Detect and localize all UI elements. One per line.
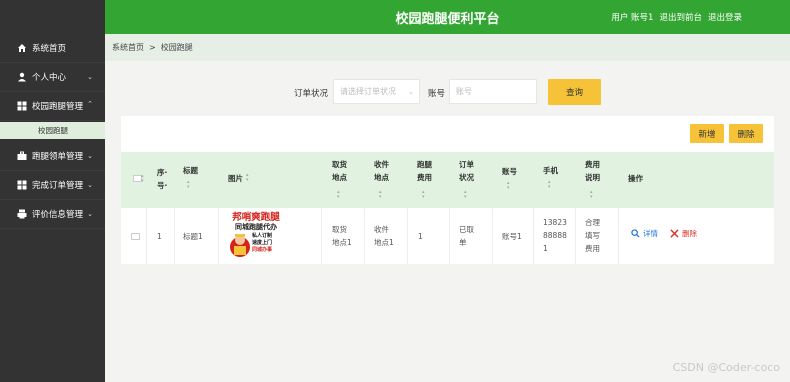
sort-icon: ▴ ▾ [187, 179, 190, 190]
logout-link[interactable]: 退出登录 [708, 11, 742, 23]
sidebar-item-take-order[interactable]: 跑腿领单管理 ⌄ [0, 142, 105, 171]
grid-icon [16, 101, 27, 112]
cell-fee: 1 [418, 232, 423, 241]
sidebar-subitem-errand[interactable]: 校园跑腿 [0, 122, 105, 139]
delete-label: 删除 [682, 229, 697, 238]
header-phone[interactable]: 手机 [543, 164, 558, 177]
header-status[interactable]: 订单 状况 [459, 158, 474, 184]
chevron-up-icon: ⌃ [87, 100, 93, 108]
search-icon [631, 229, 640, 238]
table-row: 1 标题1 取货 地点1 收件 地点1 1 已取 单 账号1 13823 888… [121, 208, 774, 264]
cell-phone: 13823 88888 1 [543, 218, 567, 253]
header-fee-note[interactable]: 费用 说明 [585, 158, 600, 184]
sort-icon: ▴ ▾ [464, 189, 467, 200]
sort-icon: ▴ ▾ [379, 189, 382, 200]
sort-icon: ▴ ▾ [507, 180, 510, 191]
thumbnail-headline: 邦哨爽跑腿 [232, 212, 280, 223]
sort-icon: ▴ ▾ [548, 179, 551, 190]
courier-icon [230, 234, 250, 257]
detail-label: 详情 [643, 229, 658, 238]
user-icon [16, 72, 27, 83]
briefcase-icon [16, 151, 27, 162]
cell-pickup: 取货 地点1 [332, 225, 352, 247]
thumbnail-tags: 私人订制 速度上门 同城办事 [252, 233, 273, 253]
sidebar-item-label: 评价信息管理 [32, 210, 84, 220]
sort-icon: ▴ ▾ [590, 189, 593, 200]
cell-status: 已取 单 [459, 225, 474, 247]
account-input-placeholder: 账号 [456, 87, 472, 96]
header-receive[interactable]: 收件 地点 [374, 158, 389, 184]
sidebar-item-label: 个人中心 [32, 73, 67, 83]
cell-fee-note: 合理 填写 费用 [585, 218, 600, 253]
user-label: 用户 账号1 [611, 13, 654, 23]
grid-icon [16, 180, 27, 191]
cell-index: 1 [157, 232, 162, 241]
close-icon [670, 229, 679, 238]
home-icon [16, 43, 27, 54]
header-image[interactable]: 图片 [228, 172, 243, 185]
status-filter-label: 订单状况 [294, 89, 329, 99]
sort-icon: ▴ ▾ [337, 189, 340, 200]
breadcrumb-current: 校园跑腿 [160, 43, 193, 52]
sidebar-item-review[interactable]: 评价信息管理 ⌄ [0, 200, 105, 229]
errand-thumbnail: 邦哨爽跑腿 同城跑腿代办 私人订制 速度上门 同城办事 [228, 208, 284, 260]
top-bar: 校园跑腿便利平台 用户 账号1 退出到前台 退出登录 [105, 0, 790, 34]
row-checkbox[interactable] [131, 233, 140, 240]
sidebar-item-errand-manage[interactable]: 校园跑腿管理 ⌃ [0, 92, 105, 121]
back-to-front-link[interactable]: 退出到前台 [659, 11, 702, 23]
status-select-placeholder: 请选择订单状况 [340, 87, 396, 96]
sort-icon: ▴ ▾ [246, 172, 249, 183]
printer-icon [16, 209, 27, 220]
cell-receive: 收件 地点1 [374, 225, 394, 247]
header-title[interactable]: 标题 [183, 164, 198, 177]
sidebar-item-label: 完成订单管理 [32, 181, 84, 191]
sidebar-item-label: 系统首页 [32, 44, 67, 54]
detail-button[interactable]: 详情 [631, 228, 658, 239]
sidebar-item-finished-order[interactable]: 完成订单管理 ⌄ [0, 171, 105, 200]
query-button[interactable]: 查询 [548, 79, 601, 105]
chevron-down-icon: ⌄ [87, 210, 93, 218]
header-actions: 操作 [628, 174, 643, 183]
breadcrumb-separator: > [149, 43, 156, 52]
account-filter-label: 账号 [428, 89, 446, 99]
cell-title: 标题1 [183, 232, 203, 241]
table-header: ▴ ▾ 序· 号· 标题 ▴ ▾ 图片 ▴ ▾ 取货 地点 ▴ ▾ 收件 地点 ▴ ▾ 跑… [121, 152, 774, 208]
chevron-down-icon: ⌄ [87, 152, 93, 160]
sidebar-item-home[interactable]: 系统首页 [0, 34, 105, 63]
watermark: CSDN @Coder-coco [672, 361, 780, 374]
status-select[interactable]: 请选择订单状况 ⌄ [333, 79, 420, 104]
sidebar: 系统首页 个人中心 ⌄ 校园跑腿管理 ⌃ 校园跑腿 跑腿领单管理 ⌄ 完成订单管… [0, 0, 105, 382]
chevron-down-icon: ⌄ [87, 181, 93, 189]
header-account[interactable]: 账号 [502, 165, 517, 178]
account-input[interactable]: 账号 [449, 79, 537, 104]
header-pickup[interactable]: 取货 地点 [332, 158, 347, 184]
row-delete-button[interactable]: 删除 [670, 228, 697, 239]
sidebar-item-label: 校园跑腿管理 [32, 102, 84, 112]
breadcrumb: 系统首页 > 校园跑腿 [105, 34, 790, 61]
breadcrumb-home[interactable]: 系统首页 [112, 42, 144, 53]
chevron-down-icon: ⌄ [408, 88, 414, 96]
sort-icon: ▴ ▾ [141, 173, 144, 184]
delete-button[interactable]: 删除 [729, 124, 763, 143]
add-button[interactable]: 新增 [690, 124, 724, 143]
table-card: 新增 删除 ▴ ▾ 序· 号· 标题 ▴ ▾ 图片 ▴ ▾ 取货 地点 ▴ ▾ 收件 地… [121, 116, 774, 264]
sort-icon: ▴ ▾ [422, 189, 425, 200]
header-fee[interactable]: 跑腿 费用 [417, 158, 432, 184]
header-index[interactable]: 序· 号· [157, 166, 167, 192]
chevron-down-icon: ⌄ [87, 73, 93, 81]
cell-account: 账号1 [502, 232, 522, 241]
sidebar-item-profile[interactable]: 个人中心 ⌄ [0, 63, 105, 92]
sidebar-item-label: 跑腿领单管理 [32, 152, 84, 162]
